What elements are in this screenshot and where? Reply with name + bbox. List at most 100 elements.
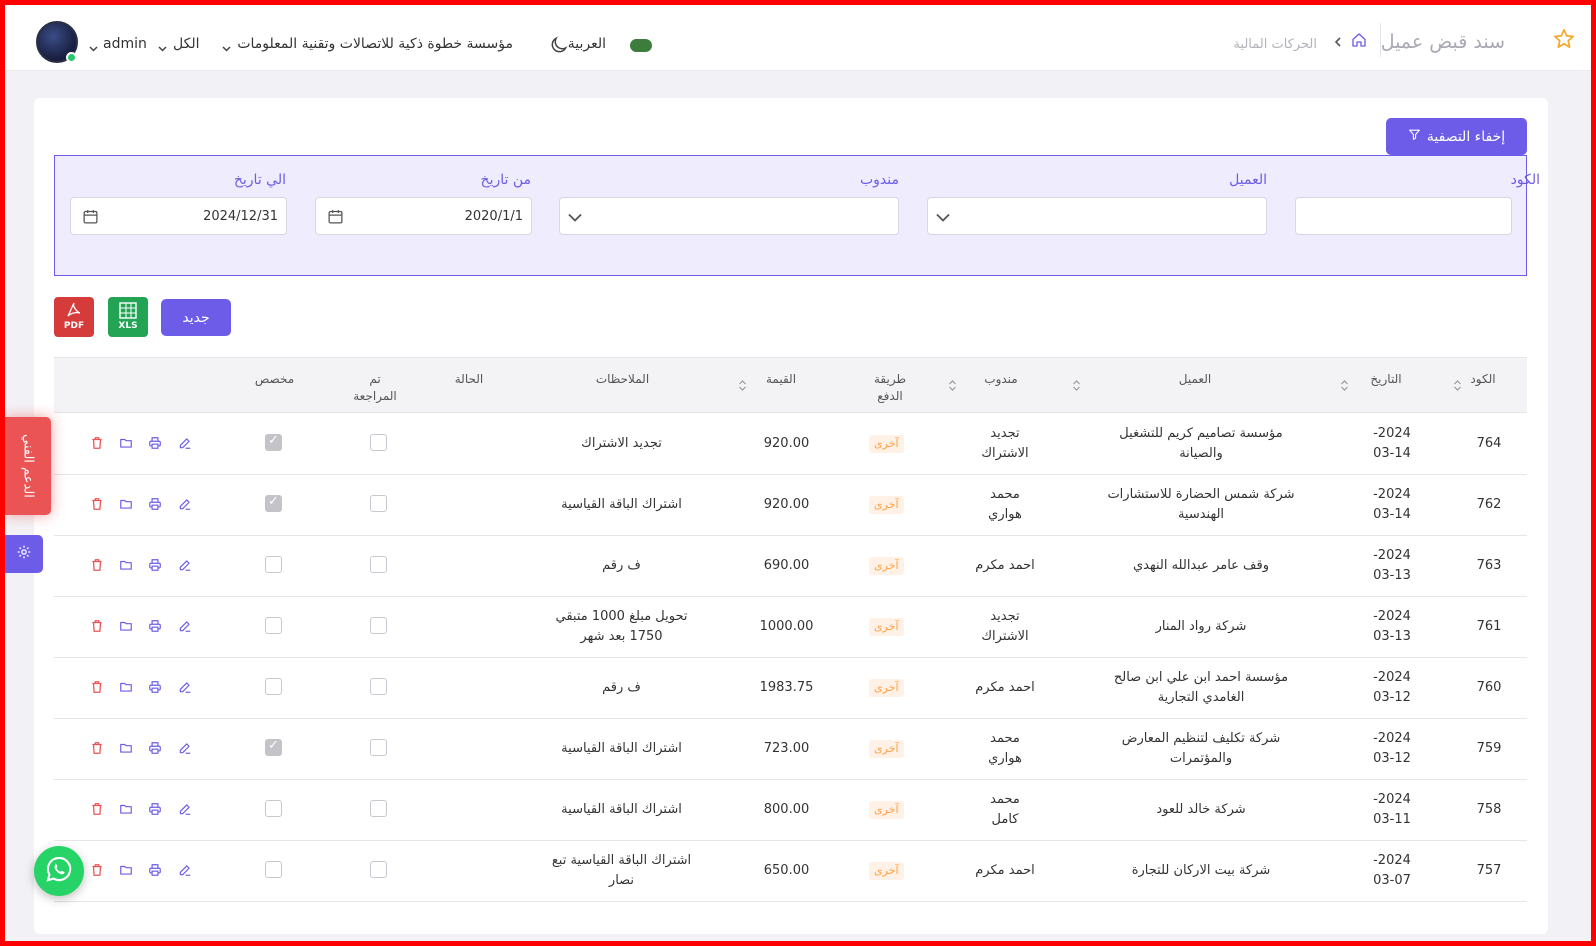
sort-icon[interactable] [948,379,957,396]
home-icon[interactable] [1351,32,1367,52]
cell-notes-line-2: 1750 بعد شهر [580,629,663,644]
header-reviewed[interactable]: تم المراجعة [343,371,407,405]
trash-icon[interactable] [90,436,104,454]
reviewed-checkbox[interactable] [370,617,387,634]
header-date[interactable]: التاريخ [1365,371,1407,388]
trash-icon[interactable] [90,497,104,515]
table-row[interactable]: 763 2024- 03-13 وقف عامر عبدالله النهدي احمد… [54,536,1527,597]
header-status[interactable]: الحالة [445,371,493,388]
folder-icon[interactable] [119,741,133,759]
cell-client-line-1: مؤسسة احمد ابن علي ابن صالح [1113,670,1289,685]
cell-client: شركة خالد للعود [1086,800,1316,820]
settings-button[interactable] [5,535,43,573]
trash-icon[interactable] [90,619,104,637]
edit-icon[interactable] [178,802,192,820]
cell-date: 2024- 03-13 [1364,546,1420,586]
client-select[interactable] [927,197,1267,235]
calendar-icon[interactable] [82,208,99,229]
reviewed-checkbox[interactable] [370,739,387,756]
print-icon[interactable] [148,741,162,759]
allocated-checkbox[interactable] [265,800,282,817]
sort-icon[interactable] [1072,379,1081,396]
table-row[interactable]: 758 2024- 03-11 شركة خالد للعود محمد كامل آخرى… [54,780,1527,841]
allocated-checkbox[interactable] [265,494,282,512]
print-icon[interactable] [148,863,162,881]
cell-code: 764 [1476,436,1502,451]
allocated-checkbox[interactable] [265,738,282,756]
export-xls-button[interactable]: XLS [108,297,148,337]
calendar-icon[interactable] [327,208,344,229]
edit-icon[interactable] [178,558,192,576]
header-payment-method[interactable]: طريقة الدفع [860,371,920,405]
folder-icon[interactable] [119,558,133,576]
edit-icon[interactable] [178,680,192,698]
table-row[interactable]: 759 2024- 03-12 شركة تكليف لتنظيم المعارض وا… [54,719,1527,780]
table-row[interactable]: 760 2024- 03-12 مؤسسة احمد ابن علي ابن صالح… [54,658,1527,719]
sort-icon[interactable] [738,379,747,396]
print-icon[interactable] [148,680,162,698]
header-rep[interactable]: مندوب [975,371,1027,388]
folder-icon[interactable] [119,863,133,881]
code-input[interactable] [1295,197,1512,235]
print-icon[interactable] [148,619,162,637]
reviewed-checkbox[interactable] [370,861,387,878]
folder-icon[interactable] [119,680,133,698]
header-notes[interactable]: الملاحظات [575,371,670,388]
folder-icon[interactable] [119,802,133,820]
branch-selector[interactable]: الكل [173,36,200,52]
header-amount[interactable]: القيمة [755,371,807,388]
print-icon[interactable] [148,436,162,454]
to-date-input[interactable]: 2024/12/31 [70,197,287,235]
table-row[interactable]: 762 2024- 03-14 شركة شمس الحضارة للاستشارات… [54,475,1527,536]
new-button[interactable]: جديد [161,299,231,336]
cell-client: شركة بيت الاركان للتجارة [1086,861,1316,881]
folder-icon[interactable] [119,619,133,637]
folder-icon[interactable] [119,436,133,454]
whatsapp-button[interactable] [34,846,84,896]
reviewed-checkbox[interactable] [370,800,387,817]
allocated-checkbox[interactable] [265,556,282,573]
trash-icon[interactable] [90,680,104,698]
reviewed-checkbox[interactable] [370,556,387,573]
from-date-input[interactable]: 2020/1/1 [315,197,532,235]
folder-icon[interactable] [119,497,133,515]
edit-icon[interactable] [178,741,192,759]
language-selector[interactable]: العربية [568,36,606,52]
reviewed-checkbox[interactable] [370,678,387,695]
export-pdf-button[interactable]: PDF [54,297,94,337]
sort-icon[interactable] [1340,379,1349,396]
header-code[interactable]: الكود [1467,371,1499,388]
sort-icon[interactable] [1453,379,1462,396]
allocated-checkbox[interactable] [265,861,282,878]
breadcrumb[interactable]: الحركات المالية [1233,37,1317,52]
trash-icon[interactable] [90,741,104,759]
edit-icon[interactable] [178,619,192,637]
trash-icon[interactable] [90,802,104,820]
toggle-filter-button[interactable]: إخفاء التصفية [1386,118,1527,155]
edit-icon[interactable] [178,863,192,881]
table-row[interactable]: 764 2024- 03-14 مؤسسة تصاميم كريم للتشغيل وا… [54,414,1527,475]
edit-icon[interactable] [178,497,192,515]
cell-date-line-2: 03-07 [1373,873,1411,888]
header-client[interactable]: العميل [1160,371,1230,388]
company-selector[interactable]: مؤسسة خطوة ذكية للاتصالات وتقنية المعلوم… [237,36,513,52]
trash-icon[interactable] [90,863,104,881]
table-row[interactable]: 761 2024- 03-13 شركة رواد المنار تجديد الاشتر… [54,597,1527,658]
allocated-checkbox[interactable] [265,617,282,634]
header-allocated[interactable]: مخصص [247,371,302,388]
rep-select[interactable] [559,197,899,235]
reviewed-checkbox[interactable] [370,495,387,512]
edit-icon[interactable] [178,436,192,454]
table-row[interactable]: 757 2024- 03-07 شركة بيت الاركان للتجارة احم… [54,841,1527,902]
star-icon[interactable] [1553,28,1575,54]
technical-support-tab[interactable]: الدعم الفني [5,417,51,515]
reviewed-checkbox[interactable] [370,434,387,451]
allocated-checkbox[interactable] [265,678,282,695]
moon-icon[interactable] [549,35,569,59]
user-menu[interactable]: admin [103,36,147,52]
trash-icon[interactable] [90,558,104,576]
print-icon[interactable] [148,497,162,515]
allocated-checkbox[interactable] [265,433,282,451]
print-icon[interactable] [148,802,162,820]
print-icon[interactable] [148,558,162,576]
